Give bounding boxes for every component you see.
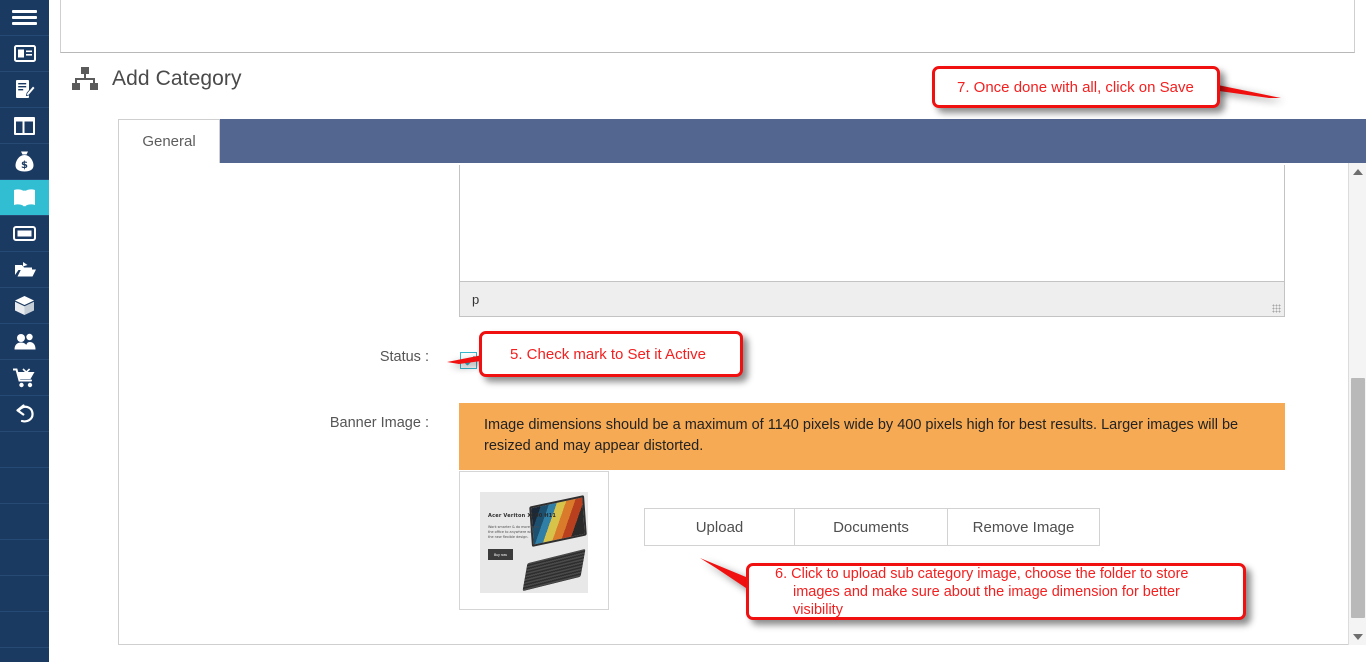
undo-arrow-icon: [15, 404, 35, 423]
sidebar-item-layout[interactable]: [0, 108, 49, 144]
callout-6-line-2: images and make sure about the image dim…: [793, 583, 1180, 618]
open-book-icon: [13, 188, 36, 208]
users-icon: [14, 333, 36, 350]
svg-text:$: $: [21, 160, 28, 171]
resize-grip-icon[interactable]: [1272, 304, 1281, 313]
page-title-group: Add Category: [72, 67, 242, 91]
image-action-button-group: Upload Documents Remove Image: [644, 508, 1100, 546]
scroll-down-arrow-icon[interactable]: [1349, 628, 1366, 645]
documents-button[interactable]: Documents: [795, 508, 948, 546]
banner-preview-image: Acer Veriton XC00 H11 Work smarter & do …: [480, 492, 588, 593]
thumbnail-headline: Acer Veriton XC00 H11: [488, 513, 557, 519]
sidebar-item-extra[interactable]: [0, 432, 49, 468]
sitemap-icon: [72, 67, 98, 91]
sidebar-item-extra-2[interactable]: [0, 468, 49, 504]
sidebar-item-media[interactable]: [0, 252, 49, 288]
sidebar-item-returns[interactable]: [0, 396, 49, 432]
page-title: Add Category: [112, 67, 242, 90]
sidebar-item-payments[interactable]: $: [0, 144, 49, 180]
upload-button[interactable]: Upload: [644, 508, 795, 546]
callout-5-text: 5. Check mark to Set it Active: [510, 345, 706, 363]
sidebar-item-orders[interactable]: [0, 72, 49, 108]
thumbnail-subtext: Work smarter & do more from the office t…: [488, 525, 539, 539]
callout-5: 5. Check mark to Set it Active: [479, 331, 743, 377]
sidebar-item-banners[interactable]: [0, 216, 49, 252]
scroll-up-arrow-icon[interactable]: [1349, 163, 1366, 180]
editor-element-path: p: [472, 291, 480, 307]
callout-6: 6. Click to upload sub category image, c…: [746, 563, 1246, 620]
callout-7-text: 7. Once done with all, click on Save: [957, 78, 1194, 96]
sidebar-item-extra-6[interactable]: [0, 612, 49, 648]
editor-status-bar: p: [459, 282, 1285, 317]
status-label: Status :: [379, 349, 429, 365]
money-bag-icon: $: [15, 151, 34, 172]
scrollbar-thumb[interactable]: [1351, 378, 1365, 618]
layout-columns-icon: [14, 116, 35, 135]
remove-image-button[interactable]: Remove Image: [948, 508, 1100, 546]
top-strip: [60, 0, 1355, 53]
hamburger-icon: [12, 7, 37, 28]
sidebar-item-cart[interactable]: [0, 360, 49, 396]
callout-7: 7. Once done with all, click on Save: [932, 66, 1220, 108]
banner-dimension-warning: Image dimensions should be a maximum of …: [459, 403, 1285, 470]
sidebar-item-contacts[interactable]: [0, 36, 49, 72]
banner-image-thumbnail[interactable]: Acer Veriton XC00 H11 Work smarter & do …: [459, 471, 609, 610]
vertical-scrollbar[interactable]: [1348, 163, 1366, 645]
id-card-icon: [13, 45, 36, 62]
description-editor: p: [459, 165, 1285, 317]
menu-toggle[interactable]: [0, 0, 49, 36]
banner-image-label: Banner Image :: [329, 415, 429, 431]
callout-6-text: 6. Click to upload sub category image, c…: [749, 565, 1243, 619]
editor-content-area[interactable]: [459, 165, 1285, 282]
sidebar-item-customers[interactable]: [0, 324, 49, 360]
thumbnail-cta-button: Buy now: [488, 549, 513, 560]
folder-open-icon: [14, 261, 36, 278]
sidebar-item-products[interactable]: [0, 288, 49, 324]
sidebar: $: [0, 0, 49, 662]
sidebar-item-extra-4[interactable]: [0, 540, 49, 576]
shopping-cart-icon: [13, 367, 36, 388]
sidebar-item-extra-3[interactable]: [0, 504, 49, 540]
document-edit-icon: [15, 79, 35, 100]
banner-icon: [13, 226, 36, 241]
tab-general[interactable]: General: [118, 119, 220, 163]
tab-bar: General: [118, 119, 1366, 163]
sidebar-item-extra-5[interactable]: [0, 576, 49, 612]
sidebar-item-catalog[interactable]: [0, 180, 49, 216]
callout-6-line-1: 6. Click to upload sub category image, c…: [775, 565, 1189, 582]
laptop-keyboard-shape: [522, 548, 586, 592]
box-icon: [14, 295, 35, 316]
